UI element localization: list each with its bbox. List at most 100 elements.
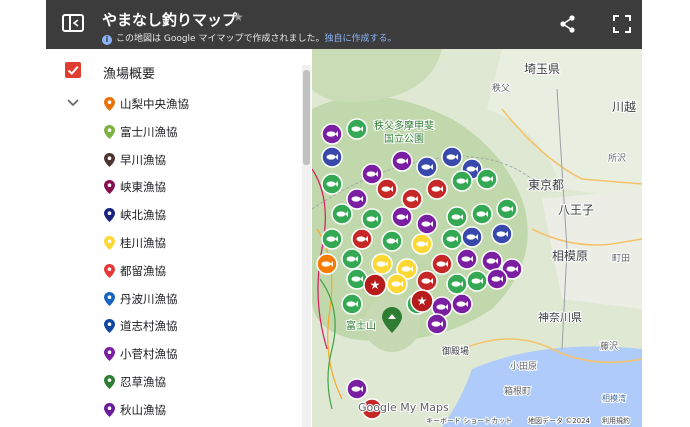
fishing-spot-marker[interactable] <box>441 228 463 250</box>
fishing-spot-marker[interactable] <box>346 118 368 140</box>
fishing-spot-marker[interactable] <box>411 233 433 255</box>
fishing-spot-marker[interactable] <box>426 178 448 200</box>
legend-item-label: 道志村漁協 <box>120 319 178 334</box>
fishing-spot-marker[interactable] <box>321 123 343 145</box>
fishing-spot-marker[interactable] <box>331 203 353 225</box>
fishing-spot-marker[interactable] <box>441 146 463 168</box>
legend-item-label: 小菅村漁協 <box>120 347 178 362</box>
legend-item[interactable]: 早川漁協 <box>104 147 304 173</box>
fishing-spot-marker[interactable] <box>321 146 343 168</box>
fishing-spot-marker[interactable] <box>471 203 493 225</box>
fishing-spot-marker[interactable] <box>351 228 373 250</box>
fishing-spot-marker[interactable] <box>401 188 423 210</box>
chevron-down-icon[interactable] <box>67 99 79 107</box>
map-pin-icon <box>104 236 115 250</box>
legend-item[interactable]: 都留漁協 <box>104 258 304 284</box>
fishing-spot-marker[interactable] <box>316 253 338 275</box>
fishing-spot-marker[interactable] <box>391 206 413 228</box>
fishing-spot-marker[interactable] <box>341 293 363 315</box>
fishing-spot-marker[interactable] <box>486 268 508 290</box>
legend-item[interactable]: 道志村漁協 <box>104 313 304 339</box>
fishing-spot-marker[interactable] <box>476 168 498 190</box>
check-icon <box>67 65 79 76</box>
map-label: キーボード ショートカット <box>426 417 512 425</box>
legend-item-label: 早川漁協 <box>120 152 166 167</box>
map-svg[interactable]: ★ ★ 埼玉県秩父川越秩父多摩甲斐国立公園所沢東京都八王子相模原 町田神奈川県富士山… <box>312 49 642 427</box>
legend-item-label: 都留漁協 <box>120 263 166 278</box>
legend-item[interactable]: 丹波川漁協 <box>104 286 304 312</box>
fishing-spot-marker[interactable] <box>376 178 398 200</box>
fishing-spot-marker[interactable] <box>386 273 408 295</box>
fishing-spot-marker[interactable] <box>451 170 473 192</box>
legend-item-label: 峡東漁協 <box>120 180 166 195</box>
legend-item[interactable]: 秋山漁協 <box>104 397 304 423</box>
map-label: 秩父 <box>492 83 510 94</box>
map-label: 箱根町 <box>504 385 531 397</box>
fishing-spot-marker[interactable] <box>446 206 468 228</box>
fishing-spot-marker[interactable] <box>381 230 403 252</box>
fishing-spot-marker[interactable] <box>491 223 513 245</box>
fishing-spot-marker[interactable] <box>466 270 488 292</box>
map-pin-icon <box>104 263 115 278</box>
fishing-spot-marker[interactable] <box>391 150 413 172</box>
fishing-spot-marker[interactable] <box>346 378 368 400</box>
map-pin-icon <box>104 375 115 389</box>
legend-item[interactable]: 山梨中央漁協 <box>104 91 304 117</box>
fishing-spot-marker[interactable] <box>371 253 393 275</box>
create-own-link[interactable]: 独自に作成する。 <box>324 34 396 44</box>
map-label: 東京都 <box>528 178 564 192</box>
star-icon[interactable]: ★ <box>233 10 244 24</box>
fishing-spot-marker[interactable] <box>416 213 438 235</box>
fishing-spot-marker[interactable] <box>346 188 368 210</box>
fishing-spot-marker[interactable] <box>321 228 343 250</box>
fullscreen-icon[interactable] <box>613 15 631 33</box>
legend-item[interactable]: 小菅村漁協 <box>104 341 304 367</box>
legend-item[interactable]: 峡東漁協 <box>104 174 304 200</box>
svg-text:★: ★ <box>417 294 428 308</box>
map-canvas[interactable]: ★ ★ 埼玉県 秩父 川越 秩父多摩甲斐 国立公園 所沢 東京都 八王子 相模原 町田 神奈川県 富士山… <box>312 49 642 427</box>
map-label: 八王子 <box>558 203 594 217</box>
layer-checkbox[interactable] <box>65 62 81 78</box>
fishing-spot-marker[interactable] <box>481 250 503 272</box>
fishing-spot-marker[interactable] <box>446 273 468 295</box>
map-viewer-frame: やまなし釣りマップ ★ i この地図は Google マイマップで作成されました。… <box>46 0 642 427</box>
star-marker[interactable]: ★ <box>363 273 387 297</box>
fishing-spot-marker[interactable] <box>431 253 453 275</box>
legend-item-label: 峡北漁協 <box>120 208 166 223</box>
fishing-spot-marker[interactable] <box>451 293 473 315</box>
map-label: 藤沢 <box>600 340 618 352</box>
star-marker[interactable]: ★ <box>410 289 434 313</box>
fishing-spot-marker[interactable] <box>361 163 383 185</box>
map-label: 国立公園 <box>384 132 424 145</box>
legend-item-label: 桂川漁協 <box>120 236 166 250</box>
fishing-spot-marker[interactable] <box>361 208 383 230</box>
subtitle-text: この地図は Google マイマップで作成されました。 <box>116 34 325 44</box>
map-label: 御殿場 <box>442 345 469 357</box>
fishing-spot-marker[interactable] <box>341 248 363 270</box>
layer-header: 漁場概要 <box>46 49 306 93</box>
fishing-spot-marker[interactable] <box>456 248 478 270</box>
legend-item[interactable]: 忍草漁協 <box>104 369 304 395</box>
legend-item[interactable]: 富士川漁協 <box>104 119 304 145</box>
fishing-spot-marker[interactable] <box>416 270 438 292</box>
legend-item[interactable]: 峡北漁協 <box>104 202 304 228</box>
fishing-spot-marker[interactable] <box>321 173 343 195</box>
map-label: 小田原 <box>510 361 537 372</box>
panel-toggle-icon[interactable] <box>62 14 84 32</box>
fishing-spot-marker[interactable] <box>461 226 483 248</box>
share-icon[interactable] <box>560 15 576 33</box>
legend-item-label: 忍草漁協 <box>120 375 166 389</box>
map-label: Google My Maps <box>358 401 449 414</box>
map-label: 相模湾 <box>602 393 626 403</box>
fishing-spot-marker[interactable] <box>496 198 518 220</box>
fishing-spot-marker[interactable] <box>426 313 448 335</box>
map-label: 相模原 <box>552 249 588 263</box>
map-pin-icon <box>104 402 115 417</box>
map-label: 町田 <box>612 253 630 264</box>
scrollbar-thumb[interactable] <box>303 70 310 165</box>
map-label: 地図データ ©2024 <box>528 416 591 425</box>
legend-item[interactable]: 桂川漁協 <box>104 230 304 256</box>
fishing-spot-marker[interactable] <box>416 156 438 178</box>
layer-title: 漁場概要 <box>103 67 156 82</box>
map-pin-icon <box>104 124 115 139</box>
